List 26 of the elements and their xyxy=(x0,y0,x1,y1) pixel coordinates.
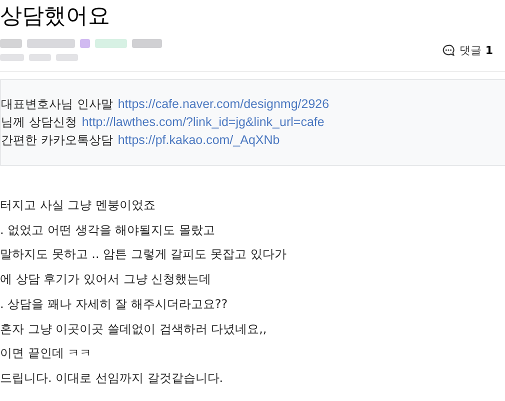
link[interactable]: https://cafe.naver.com/designmg/2926 xyxy=(118,96,330,112)
redacted-block xyxy=(27,39,75,48)
post-title: 상담했어요 xyxy=(0,3,111,31)
redacted-block xyxy=(0,39,22,48)
redacted-block xyxy=(132,39,162,48)
comment-icon[interactable] xyxy=(442,44,456,56)
redacted-block xyxy=(56,54,78,61)
redacted-block xyxy=(0,54,24,61)
body-text: 혼자 그냥 이곳이곳 쓸데없이 검색하러 다녔네요,, xyxy=(0,320,268,338)
link-label: 간편한 카카오톡상담 xyxy=(1,132,113,148)
redacted-block xyxy=(80,39,90,48)
link[interactable]: https://pf.kakao.com/_AqXNb xyxy=(118,132,280,148)
body-text: 말하지도 못하고 .. 암튼 그렇게 갈피도 못잡고 있다가 xyxy=(0,246,288,264)
body-text: 이면 끝인데 ㅋㅋ xyxy=(0,345,93,362)
body-text: . 상담을 꽤나 자세히 잘 해주시더라고요?? xyxy=(0,296,229,313)
body-text: 에 상담 후기가 있어서 그냥 신청했는데 xyxy=(0,271,212,288)
link-label: 대표변호사님 인사말 xyxy=(1,96,113,112)
body-text: 드립니다. 이대로 선임까지 갈것같습니다. xyxy=(0,370,224,387)
comment-count: 1 xyxy=(485,44,493,56)
link-label: 님께 상담신청 xyxy=(1,114,77,130)
link[interactable]: http://lawthes.com/?link_id=jg&link_url=cafe xyxy=(82,114,324,130)
comment-label[interactable]: 댓글 xyxy=(459,42,482,58)
body-text: . 없었고 어떤 생각을 해야될지도 몰랐고 xyxy=(0,222,216,239)
redacted-block xyxy=(29,54,51,61)
redacted-block xyxy=(95,39,127,48)
body-text: 터지고 사실 그냥 멘붕이었죠 xyxy=(0,197,156,214)
